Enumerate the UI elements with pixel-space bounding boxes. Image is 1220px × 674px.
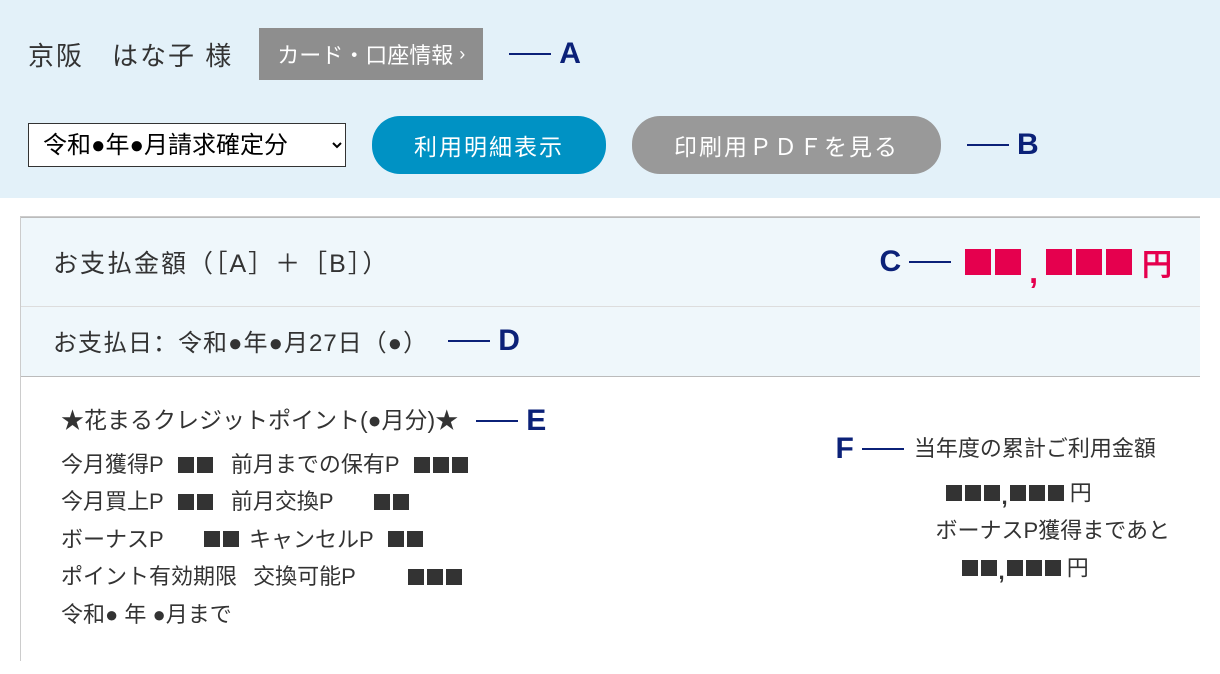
points-expiry-label: ポイント有効期限 xyxy=(61,558,237,595)
redacted-value-icon xyxy=(388,531,423,547)
annotation-line-icon xyxy=(862,448,904,450)
annotation-line-icon xyxy=(448,340,490,342)
points-right-column: F 当年度の累計ご利用金額 , 円 ボーナスP獲得まであと , xyxy=(836,395,1170,633)
annotation-c: C xyxy=(879,245,951,279)
annotation-line-icon xyxy=(909,261,951,263)
payment-amount-value: , 円 xyxy=(965,240,1172,284)
payment-date-text: お支払日：令和●年●月27日（●） xyxy=(53,323,428,358)
points-line: ボーナスP キャンセルP xyxy=(61,521,546,558)
card-account-info-button[interactable]: カード・口座情報 › xyxy=(259,28,483,80)
payment-amount-row: お支払金額（［A］＋［B］） C , 円 xyxy=(21,217,1200,307)
bonus-until-label: ボーナスP獲得まであと xyxy=(836,512,1170,549)
points-left-column: ★花まるクレジットポイント(●月分)★ E 今月獲得P 前月までの保有P xyxy=(61,395,546,633)
points-gained-label: 今月獲得P xyxy=(61,446,164,483)
user-row: 京阪 はな子 様 カード・口座情報 › A xyxy=(28,28,1192,80)
annotation-d: D xyxy=(448,324,520,358)
points-prev-exchange-label: 前月交換P xyxy=(231,483,334,520)
redacted-value-icon xyxy=(408,569,462,585)
view-print-pdf-button[interactable]: 印刷用ＰＤＦを見る xyxy=(632,116,941,174)
redacted-value-icon xyxy=(204,531,239,547)
points-purchase-label: 今月買上P xyxy=(61,483,164,520)
points-expiry-value: 令和● 年 ●月まで xyxy=(61,596,546,633)
payment-date-row: お支払日：令和●年●月27日（●） D xyxy=(21,307,1200,377)
main-panel: お支払金額（［A］＋［B］） C , 円 お支払日：令和●年●月27日（●） D… xyxy=(20,216,1200,661)
show-usage-detail-button[interactable]: 利用明細表示 xyxy=(372,116,606,174)
points-prev-hold-label: 前月までの保有P xyxy=(231,446,400,483)
payment-amount-label: お支払金額（［A］＋［B］） xyxy=(53,244,389,280)
user-name: 京阪 はな子 様 xyxy=(28,36,233,73)
redacted-value-icon xyxy=(414,457,468,473)
header-section: 京阪 はな子 様 カード・口座情報 › A 令和●年●月請求確定分 利用明細表示… xyxy=(0,0,1220,198)
annotation-line-icon xyxy=(509,53,551,55)
points-bonus-label: ボーナスP xyxy=(61,521,164,558)
annotation-b: B xyxy=(967,128,1039,162)
card-account-info-label: カード・口座情報 xyxy=(277,38,453,70)
redacted-value-icon xyxy=(178,494,213,510)
yearly-usage-value: , 円 xyxy=(836,474,1170,512)
yearly-usage-label: 当年度の累計ご利用金額 xyxy=(914,430,1156,467)
annotation-f: F xyxy=(836,423,904,474)
annotation-line-icon xyxy=(967,144,1009,146)
controls-row: 令和●年●月請求確定分 利用明細表示 印刷用ＰＤＦを見る B xyxy=(28,116,1192,174)
chevron-right-icon: › xyxy=(459,44,465,65)
points-title: ★花まるクレジットポイント(●月分)★ xyxy=(61,401,458,440)
annotation-a: A xyxy=(509,37,581,71)
annotation-line-icon xyxy=(476,420,518,422)
redacted-value-icon xyxy=(374,494,409,510)
redacted-value-icon xyxy=(178,457,213,473)
billing-period-select[interactable]: 令和●年●月請求確定分 xyxy=(28,123,346,167)
points-line: 今月獲得P 前月までの保有P xyxy=(61,446,546,483)
annotation-e: E xyxy=(476,395,546,446)
points-section: ★花まるクレジットポイント(●月分)★ E 今月獲得P 前月までの保有P xyxy=(21,377,1200,661)
points-cancel-label: キャンセルP xyxy=(249,521,374,558)
points-line: ポイント有効期限 交換可能P xyxy=(61,558,546,595)
payment-amount-right: C , 円 xyxy=(879,240,1172,284)
bonus-until-value: , 円 xyxy=(836,549,1170,587)
points-exchangeable-label: 交換可能P xyxy=(253,558,356,595)
points-line: 今月買上P 前月交換P xyxy=(61,483,546,520)
